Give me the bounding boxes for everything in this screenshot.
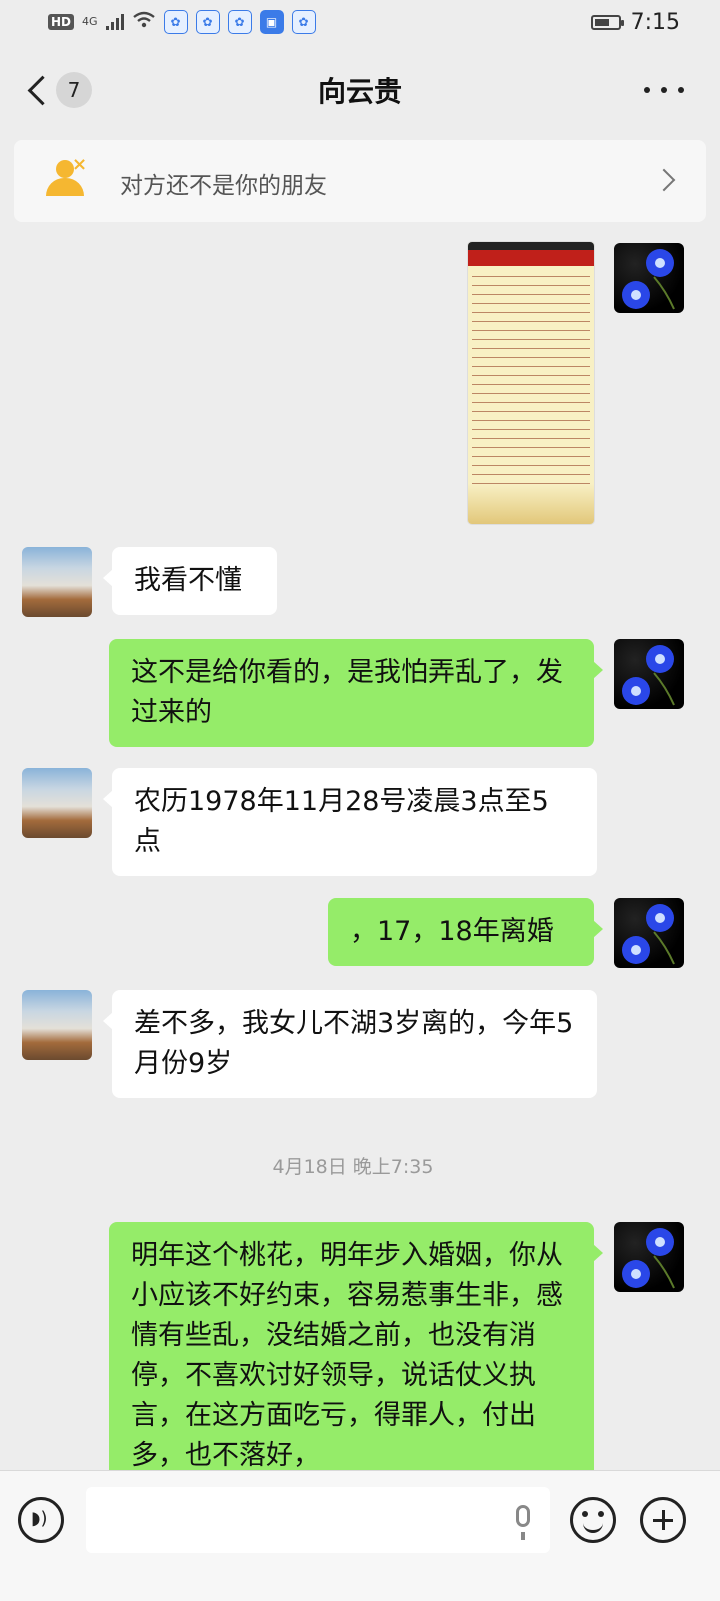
baidu-paw-icon: ✿ — [195, 10, 220, 34]
input-bar: ◗) — [0, 1470, 720, 1601]
contact-avatar[interactable] — [22, 990, 92, 1060]
baidu-paw-icon: ✿ — [291, 10, 316, 34]
status-left: HD 4G ✿ ✿ ✿ ▣ ✿ — [48, 10, 316, 34]
voice-icon: ◗) — [31, 1508, 48, 1529]
contact-avatar[interactable] — [22, 768, 92, 838]
back-icon[interactable] — [24, 74, 54, 108]
morning-glory-icon — [622, 1228, 675, 1289]
self-avatar[interactable] — [614, 1222, 684, 1292]
self-avatar[interactable] — [614, 243, 684, 313]
message-bubble-in[interactable]: 我看不懂 — [103, 547, 277, 615]
banner-text: 对方还不是你的朋友 — [120, 173, 327, 199]
morning-glory-icon — [622, 645, 675, 706]
microphone-icon[interactable] — [516, 1505, 530, 1540]
image-message[interactable] — [468, 242, 594, 524]
add-friend-icon: × — [44, 154, 88, 202]
chat-timestamp: 4月18日 晚上7:35 — [272, 1156, 434, 1178]
more-actions-button[interactable] — [640, 1497, 686, 1543]
self-avatar[interactable] — [614, 639, 684, 709]
message-bubble-out[interactable]: 这不是给你看的，是我怕弄乱了，发过来的 — [109, 639, 603, 747]
network-type: 4G — [82, 15, 98, 28]
hd-badge: HD — [48, 14, 75, 30]
morning-glory-icon — [622, 249, 675, 310]
status-right: 7:15 — [590, 10, 680, 35]
chevron-right-icon — [652, 168, 676, 192]
message-bubble-in[interactable]: 农历1978年11月28号凌晨3点至5点 — [103, 768, 597, 876]
contact-avatar[interactable] — [22, 547, 92, 617]
message-bubble-in[interactable]: 差不多，我女儿不湖3岁离的，今年5月份9岁 — [103, 990, 597, 1098]
notes-icon: ▣ — [259, 10, 284, 34]
emoji-button[interactable] — [570, 1497, 616, 1543]
wifi-icon — [132, 11, 156, 34]
message-input[interactable] — [86, 1487, 550, 1553]
message-bubble-out[interactable]: ，17，18年离婚 — [328, 898, 603, 966]
self-avatar[interactable] — [614, 898, 684, 968]
voice-mode-button[interactable]: ◗) — [18, 1497, 64, 1543]
not-friend-banner[interactable]: × 对方还不是你的朋友 — [14, 140, 706, 222]
battery-icon — [590, 15, 624, 30]
unread-count-badge[interactable]: 7 — [56, 72, 92, 108]
chat-header: 7 向云贵 — [0, 52, 720, 132]
baidu-paw-icon: ✿ — [227, 10, 252, 34]
clock: 7:15 — [630, 10, 680, 35]
signal-icon — [105, 14, 124, 30]
baidu-paw-icon: ✿ — [163, 10, 188, 34]
morning-glory-icon — [622, 904, 675, 965]
status-bar: HD 4G ✿ ✿ ✿ ▣ ✿ 7:15 — [0, 0, 720, 48]
chat-title: 向云贵 — [317, 75, 402, 108]
more-icon[interactable] — [644, 78, 684, 102]
